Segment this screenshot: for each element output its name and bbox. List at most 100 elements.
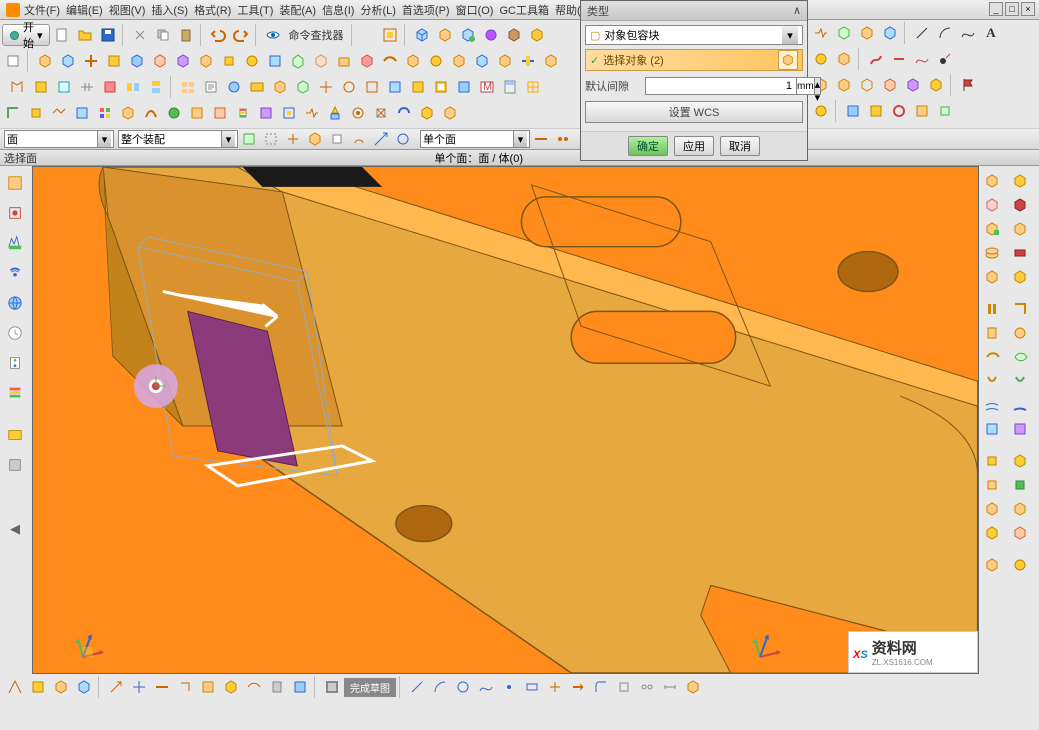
- tb3-10[interactable]: [223, 76, 245, 98]
- lt-hd3d[interactable]: [2, 260, 28, 286]
- menu-format[interactable]: 格式(R): [192, 1, 233, 19]
- tb4-19[interactable]: [416, 102, 438, 124]
- tb2-2[interactable]: [34, 50, 56, 72]
- bt-5[interactable]: [105, 676, 127, 698]
- filter-dd2[interactable]: 整个装配 ▾: [118, 130, 238, 148]
- tb2-17[interactable]: [379, 50, 401, 72]
- apply-button[interactable]: 应用: [674, 136, 714, 156]
- menu-prefs[interactable]: 首选项(P): [400, 1, 452, 19]
- ru2-4[interactable]: [888, 48, 910, 70]
- rt-b15[interactable]: [1009, 522, 1031, 544]
- fb-6[interactable]: [348, 128, 370, 150]
- tb4-18[interactable]: [393, 102, 415, 124]
- paste[interactable]: [175, 24, 197, 46]
- tb4-15[interactable]: [324, 102, 346, 124]
- dialog-collapse[interactable]: ∧: [793, 4, 801, 17]
- selection-filter[interactable]: [379, 24, 401, 46]
- ru2-6[interactable]: [934, 48, 956, 70]
- ru3-4[interactable]: [879, 74, 901, 96]
- rt-a11[interactable]: [981, 418, 1003, 440]
- fb-7[interactable]: [370, 128, 392, 150]
- rt-a2[interactable]: [981, 194, 1003, 216]
- menu-assembly[interactable]: 装配(A): [277, 1, 318, 19]
- tb2-7[interactable]: [149, 50, 171, 72]
- model-cube[interactable]: [503, 24, 525, 46]
- fb-5[interactable]: [326, 128, 348, 150]
- ru1-4[interactable]: [879, 22, 901, 44]
- ru1-2[interactable]: [833, 22, 855, 44]
- tb4-14[interactable]: [301, 102, 323, 124]
- tb3-grid[interactable]: [522, 76, 544, 98]
- rt-a9[interactable]: [981, 370, 1003, 392]
- tb2-22[interactable]: [494, 50, 516, 72]
- tb4-7[interactable]: [140, 102, 162, 124]
- lt-browser[interactable]: [2, 290, 28, 316]
- bt-extend[interactable]: [567, 676, 589, 698]
- lt-navigator[interactable]: [2, 170, 28, 196]
- tb2-19[interactable]: [425, 50, 447, 72]
- rt-b12[interactable]: [1009, 450, 1031, 472]
- undo[interactable]: [207, 24, 229, 46]
- bt-1[interactable]: [4, 676, 26, 698]
- tb3-4[interactable]: [76, 76, 98, 98]
- rt-a5[interactable]: [981, 266, 1003, 288]
- tb4-16[interactable]: [347, 102, 369, 124]
- tb2-18[interactable]: [402, 50, 424, 72]
- tb2-6[interactable]: [126, 50, 148, 72]
- rt-a15[interactable]: [981, 522, 1003, 544]
- bt-con1[interactable]: [613, 676, 635, 698]
- tb3-9[interactable]: [200, 76, 222, 98]
- rt-b3[interactable]: [1009, 218, 1031, 240]
- tb4-20[interactable]: [439, 102, 461, 124]
- bt-7[interactable]: [151, 676, 173, 698]
- tb4-13[interactable]: [278, 102, 300, 124]
- tb4-10[interactable]: [209, 102, 231, 124]
- rt-a6[interactable]: [981, 298, 1003, 320]
- bt-3[interactable]: [50, 676, 72, 698]
- bt-fil[interactable]: [590, 676, 612, 698]
- tb2-4[interactable]: [80, 50, 102, 72]
- bt-6[interactable]: [128, 676, 150, 698]
- tb4-6[interactable]: [117, 102, 139, 124]
- rt-b7[interactable]: [1009, 322, 1031, 344]
- fb-1[interactable]: [238, 128, 260, 150]
- ru2-3[interactable]: [865, 48, 887, 70]
- gap-spinner[interactable]: ▴▾: [815, 77, 822, 95]
- bt-11[interactable]: [243, 676, 265, 698]
- ru3-3[interactable]: [856, 74, 878, 96]
- ru4-4[interactable]: [888, 100, 910, 122]
- tb4-3[interactable]: [48, 102, 70, 124]
- ru4-3[interactable]: [865, 100, 887, 122]
- menu-info[interactable]: 信息(I): [320, 1, 356, 19]
- tb2-21[interactable]: [471, 50, 493, 72]
- ru3-5[interactable]: [902, 74, 924, 96]
- select-cube-button[interactable]: [778, 50, 798, 70]
- rt-b1[interactable]: [1009, 170, 1031, 192]
- bt-9[interactable]: [197, 676, 219, 698]
- ru1-3[interactable]: [856, 22, 878, 44]
- window-close[interactable]: ×: [1021, 2, 1035, 16]
- tb2-15[interactable]: [333, 50, 355, 72]
- bt-circle[interactable]: [452, 676, 474, 698]
- bt-12[interactable]: [266, 676, 288, 698]
- tb3-3[interactable]: [53, 76, 75, 98]
- tb2-9[interactable]: [195, 50, 217, 72]
- rt-a12[interactable]: [981, 450, 1003, 472]
- cancel-button[interactable]: 取消: [720, 136, 760, 156]
- lt-part-nav[interactable]: [2, 200, 28, 226]
- ru1-spl[interactable]: [957, 22, 979, 44]
- tb3-7[interactable]: [145, 76, 167, 98]
- tb3-12[interactable]: [269, 76, 291, 98]
- tb2-5[interactable]: [103, 50, 125, 72]
- ru2-1[interactable]: [810, 48, 832, 70]
- tb4-5[interactable]: [94, 102, 116, 124]
- bt-rect[interactable]: [521, 676, 543, 698]
- filter-dd1[interactable]: 面 ▾: [4, 130, 114, 148]
- tb2-13[interactable]: [287, 50, 309, 72]
- menu-window[interactable]: 窗口(O): [454, 1, 496, 19]
- menu-tools[interactable]: 工具(T): [235, 1, 275, 19]
- ru1-1[interactable]: [810, 22, 832, 44]
- rt-a1[interactable]: [981, 170, 1003, 192]
- bt-spline[interactable]: [475, 676, 497, 698]
- rt-a13[interactable]: [981, 474, 1003, 496]
